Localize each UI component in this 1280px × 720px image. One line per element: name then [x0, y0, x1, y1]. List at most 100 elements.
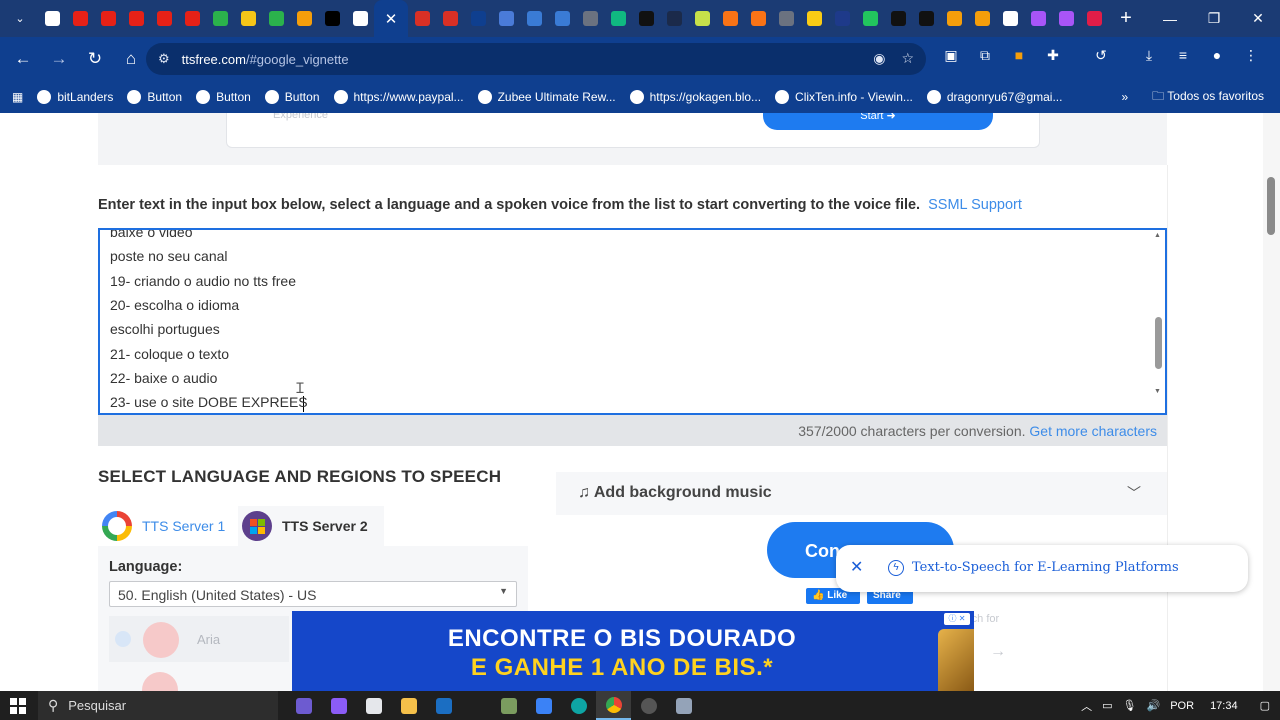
language-select[interactable]: 50. English (United States) - US ▼	[109, 581, 517, 607]
avatar-icon[interactable]: ●	[1206, 44, 1228, 66]
tab-favicon[interactable]	[884, 0, 912, 37]
chevron-up-icon[interactable]: ︿	[1081, 698, 1092, 714]
tab-favicon[interactable]	[122, 0, 150, 37]
tab-favicon[interactable]	[744, 0, 772, 37]
tab-favicon[interactable]	[968, 0, 996, 37]
editor-scrollbar[interactable]: ▲ ▼	[1152, 230, 1165, 413]
bookmark-item[interactable]: Button	[127, 90, 182, 104]
restore-icon[interactable]: ❐	[1192, 0, 1236, 37]
all-bookmarks[interactable]: 🗀 Todos os favoritos	[1152, 87, 1264, 108]
tab-favicon[interactable]	[800, 0, 828, 37]
tab-favicon[interactable]	[828, 0, 856, 37]
tab-favicon[interactable]	[940, 0, 968, 37]
site-info-icon[interactable]: ⚙	[158, 51, 170, 67]
tab-favicon[interactable]	[408, 0, 436, 37]
back-icon[interactable]: ←	[6, 42, 40, 76]
tab-favicon[interactable]	[178, 0, 206, 37]
menu-icon[interactable]: ⋮	[1240, 44, 1262, 66]
tab-favicon[interactable]	[262, 0, 290, 37]
bookmark-item[interactable]: https://www.paypal...	[333, 90, 464, 104]
tab-favicon[interactable]	[716, 0, 744, 37]
tab-favicon[interactable]	[318, 0, 346, 37]
network-icon[interactable]: ▭	[1102, 699, 1112, 712]
bookmark-item[interactable]: Button	[264, 90, 320, 104]
tab-favicon[interactable]	[520, 0, 548, 37]
tab-favicon[interactable]	[94, 0, 122, 37]
translate-icon[interactable]: ⧉	[974, 44, 996, 66]
suggestion-popup[interactable]: ✕ ϟ Text-to-Speech for E-Learning Platfo…	[836, 545, 1248, 592]
tab-favicon[interactable]	[38, 0, 66, 37]
tab-favicon[interactable]	[150, 0, 178, 37]
tab-favicon[interactable]	[290, 0, 318, 37]
apps-grid-icon[interactable]: ▦	[12, 90, 23, 104]
taskbar-app[interactable]	[426, 691, 461, 720]
address-bar[interactable]: ⚙ ttsfree.com/#google_vignette ◉ ☆	[146, 43, 926, 75]
microphone-icon[interactable]: 🎙	[1123, 699, 1137, 712]
taskbar-app[interactable]	[286, 691, 321, 720]
popup-link[interactable]: Text-to-Speech for E-Learning Platforms	[912, 560, 1179, 575]
history-icon[interactable]: ↺	[1090, 44, 1112, 66]
taskbar-app[interactable]	[526, 691, 561, 720]
clock[interactable]: 17:34	[1210, 700, 1238, 712]
taskbar-edge-icon[interactable]	[561, 691, 596, 720]
taskbar-app[interactable]	[666, 691, 701, 720]
bookmarks-overflow-icon[interactable]: »	[1121, 90, 1128, 104]
forward-icon[interactable]: →	[42, 42, 76, 76]
bookmark-item[interactable]: Zubee Ultimate Rew...	[477, 90, 616, 104]
tab-favicon[interactable]	[996, 0, 1024, 37]
scroll-up-icon[interactable]: ▲	[1154, 232, 1161, 239]
page-scrollbar[interactable]	[1263, 113, 1280, 691]
tab-favicon[interactable]	[912, 0, 940, 37]
taskbar-search[interactable]: ⚲ Pesquisar	[38, 691, 278, 720]
extension-icon[interactable]: ▣	[940, 44, 962, 66]
get-more-characters-link[interactable]: Get more characters	[1029, 423, 1157, 439]
tab-favicon[interactable]	[604, 0, 632, 37]
star-icon[interactable]: ☆	[901, 50, 914, 67]
windows-start-icon[interactable]	[10, 698, 26, 714]
speaker-icon[interactable]: 🔊	[1147, 699, 1161, 712]
extension-icon[interactable]: ■	[1008, 44, 1030, 66]
tab-favicon[interactable]	[464, 0, 492, 37]
bookmark-item[interactable]: Button	[196, 90, 251, 104]
tab-favicon[interactable]	[1080, 0, 1108, 37]
tab-tts-server-1[interactable]: TTS Server 1	[98, 506, 238, 546]
download-icon[interactable]: ⤓	[1138, 44, 1160, 66]
text-input-area[interactable]: ▲ ▼ Ｉ baixe o video poste no seu canal 19-…	[98, 228, 1167, 415]
ssml-support-link[interactable]: SSML Support	[928, 197, 1022, 213]
taskbar-app[interactable]	[631, 691, 666, 720]
tab-favicon[interactable]	[856, 0, 884, 37]
taskbar-app[interactable]	[321, 691, 356, 720]
tab-favicon[interactable]	[206, 0, 234, 37]
eye-icon[interactable]: ◉	[873, 50, 885, 67]
active-tab-close-icon[interactable]: ✕	[374, 0, 408, 37]
ad-banner[interactable]: ENCONTRE O BIS DOURADO E GANHE 1 ANO DE …	[292, 611, 974, 691]
tab-favicon[interactable]	[660, 0, 688, 37]
bookmark-item[interactable]: bitLanders	[37, 90, 113, 104]
tab-favicon[interactable]	[234, 0, 262, 37]
close-icon[interactable]: ✕	[850, 557, 863, 577]
background-music-toggle[interactable]: ♫ Add background music ﹀	[556, 472, 1167, 515]
bookmark-item[interactable]: ClixTen.info - Viewin...	[775, 90, 913, 104]
bookmark-item[interactable]: dragonryu67@gmai...	[926, 90, 1062, 104]
bookmark-item[interactable]: https://gokagen.blo...	[629, 90, 761, 104]
reload-icon[interactable]: ↻	[78, 42, 112, 76]
tab-favicon[interactable]	[492, 0, 520, 37]
scroll-down-icon[interactable]: ▼	[1154, 388, 1161, 395]
tab-favicon[interactable]	[632, 0, 660, 37]
tab-favicon[interactable]	[772, 0, 800, 37]
taskbar-chrome-icon[interactable]	[596, 691, 631, 720]
tab-tts-server-2[interactable]: TTS Server 2	[238, 506, 384, 546]
close-window-icon[interactable]: ✕	[1236, 0, 1280, 37]
tab-favicon[interactable]	[548, 0, 576, 37]
ad-choices-icon[interactable]: ⓘ ✕	[944, 613, 970, 625]
minimize-icon[interactable]: —	[1148, 0, 1192, 37]
tab-favicon[interactable]	[576, 0, 604, 37]
tab-favicon[interactable]	[1024, 0, 1052, 37]
tab-favicon[interactable]	[66, 0, 94, 37]
promo-cta-button[interactable]: Start ➜	[763, 113, 993, 130]
voice-option[interactable]: Aria	[109, 616, 289, 662]
taskbar-app[interactable]	[491, 691, 526, 720]
tab-favicon[interactable]	[346, 0, 374, 37]
home-icon[interactable]: ⌂	[114, 42, 148, 76]
tab-favicon[interactable]	[436, 0, 464, 37]
